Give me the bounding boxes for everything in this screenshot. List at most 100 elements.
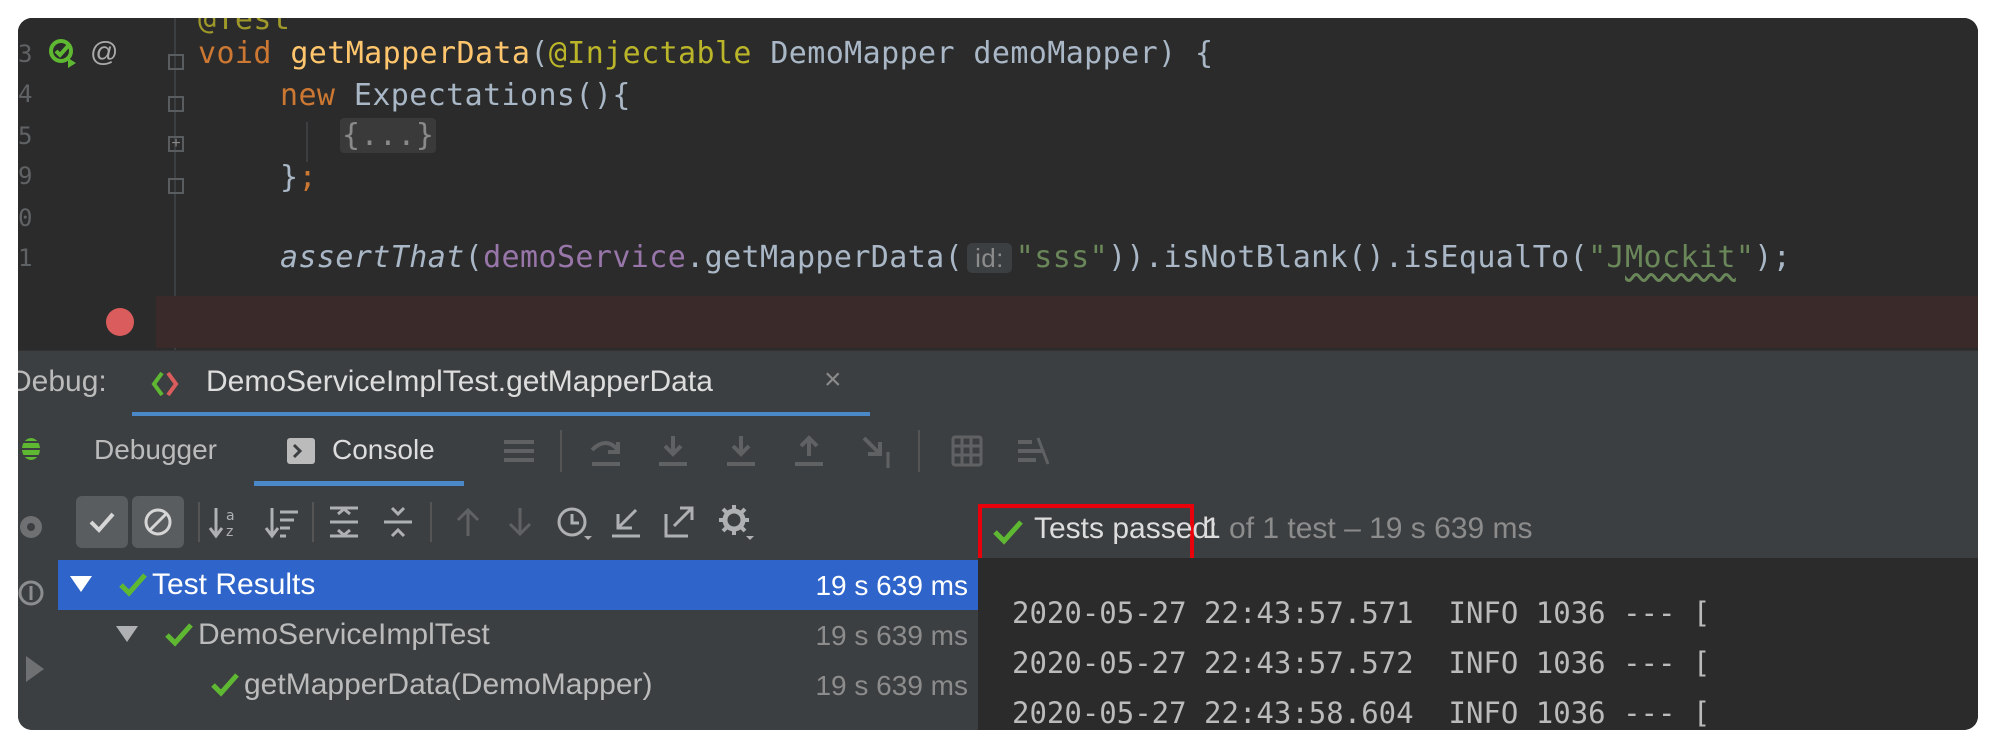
tree-row-duration: 19 s 639 ms — [815, 620, 968, 651]
tree-row-root[interactable]: Test Results 19 s 639 ms — [58, 560, 978, 610]
tree-row-duration: 19 s 639 ms — [815, 570, 968, 601]
at-sign-icon[interactable]: @ — [90, 36, 118, 68]
menu-icon[interactable] — [502, 436, 536, 466]
fold-marker-icon[interactable] — [168, 54, 184, 70]
ignored-icon — [144, 508, 172, 536]
code-call: )).isNotBlank().isEqualTo( — [1108, 240, 1589, 275]
tab-debugger[interactable]: Debugger — [94, 434, 217, 466]
check-icon — [89, 512, 115, 533]
test-results-tree: Test Results 19 s 639 ms DemoServiceImpl… — [58, 558, 978, 730]
passed-check-icon — [993, 520, 1023, 545]
run-test-icon[interactable] — [48, 38, 80, 70]
show-ignored-button[interactable] — [132, 496, 184, 548]
log-line: 2020-05-27 22:43:57.572 INFO 1036 --- [ — [1012, 646, 1711, 680]
gear-icon[interactable] — [716, 502, 756, 542]
tests-passed-label: Tests passed: — [1034, 512, 1218, 545]
sort-alphabetically-icon[interactable]: a z — [208, 504, 244, 540]
code-string: "J — [1588, 240, 1626, 275]
line-number: 5 — [18, 122, 33, 150]
tree-row-class[interactable]: DemoServiceImplTest 19 s 639 ms — [58, 610, 978, 660]
toolbar-separator — [560, 430, 562, 472]
passed-count: 1 — [1204, 512, 1221, 545]
tests-summary: 1 of 1 test – 19 s 639 ms — [1204, 512, 1533, 546]
show-passed-button[interactable] — [76, 496, 128, 548]
console-output[interactable]: 2020-05-27 22:43:57.571 INFO 1036 --- [ … — [978, 558, 1978, 730]
console-icon — [287, 438, 315, 464]
code-punct: } — [280, 160, 299, 195]
debug-label: Debug: — [18, 365, 107, 398]
log-line: 2020-05-27 22:43:57.571 INFO 1036 --- [ — [1012, 596, 1711, 630]
previous-failed-icon[interactable] — [450, 504, 486, 540]
svg-text:z: z — [226, 524, 233, 540]
expand-fold-icon[interactable]: + — [168, 136, 184, 152]
tab-console-label: Console — [332, 434, 435, 465]
debug-tool-window-header: Debug: DemoServiceImplTest.getMapperData… — [18, 350, 1978, 417]
history-icon[interactable] — [554, 504, 594, 544]
code-editor[interactable]: 3 4 5 9 0 1 @ + @Test void getMapperData… — [18, 18, 1978, 350]
code-annotation-line: @Test — [198, 18, 291, 37]
tree-row-method[interactable]: getMapperData(DemoMapper) 19 s 639 ms — [58, 660, 978, 710]
evaluate-expression-icon[interactable] — [950, 434, 984, 468]
expand-triangle-icon[interactable] — [116, 626, 138, 642]
test-runner-toolbar: a z — [58, 486, 978, 558]
line-number: 3 — [18, 40, 33, 68]
junit-icon — [151, 371, 179, 397]
bug-icon[interactable] — [18, 430, 48, 464]
code-line-close: }; — [280, 160, 317, 195]
expand-triangle-icon[interactable] — [70, 576, 92, 592]
run-to-cursor-icon[interactable] — [860, 434, 896, 470]
close-icon[interactable]: × — [824, 363, 842, 397]
step-over-icon[interactable] — [588, 434, 624, 468]
debug-sub-tabs: Debugger Console — [58, 416, 1978, 487]
indent-guide — [306, 122, 308, 162]
debug-session-title: DemoServiceImplTest.getMapperData — [206, 365, 713, 398]
tree-row-label: DemoServiceImplTest — [198, 618, 490, 651]
code-line-assert: assertThat(demoService.getMapperData(id:… — [280, 240, 1791, 275]
next-failed-icon[interactable] — [502, 504, 538, 540]
import-tests-icon[interactable] — [608, 504, 644, 540]
settings-alt-icon[interactable] — [18, 576, 48, 610]
toolbar-separator — [198, 502, 200, 542]
folded-region[interactable]: {...} — [340, 118, 437, 153]
debug-side-toolbar — [18, 416, 59, 730]
collapse-all-icon[interactable] — [380, 504, 416, 540]
sort-by-duration-icon[interactable] — [264, 504, 300, 540]
code-keyword: void — [198, 36, 272, 71]
tab-console[interactable]: Console — [254, 416, 464, 486]
code-line-folded-block[interactable]: {...} — [340, 118, 437, 153]
breakpoint-icon[interactable] — [106, 308, 134, 336]
toolbar-separator — [430, 502, 432, 542]
test-status-bar: Tests passed: 1 of 1 test – 19 s 639 ms — [978, 486, 1978, 564]
code-annotation: @Injectable — [548, 36, 752, 71]
step-out-icon[interactable] — [792, 434, 826, 468]
code-punct: ( — [464, 240, 484, 275]
rerun-icon[interactable] — [18, 510, 48, 544]
export-tests-icon[interactable] — [662, 504, 698, 540]
passed-check-icon — [165, 623, 193, 647]
toolbar-separator — [312, 502, 314, 542]
line-number: 0 — [18, 204, 33, 232]
code-punct: ); — [1754, 240, 1792, 275]
force-step-into-icon[interactable] — [724, 434, 758, 468]
code-line-new-expectations: new Expectations(){ — [280, 78, 631, 113]
code-params: DemoMapper demoMapper) { — [751, 36, 1214, 71]
code-method-static: assertThat — [280, 240, 465, 275]
svg-text:a: a — [226, 508, 235, 524]
expand-all-icon[interactable] — [326, 504, 362, 540]
line-number: 1 — [18, 244, 33, 272]
debug-session-tab[interactable]: DemoServiceImplTest.getMapperData × — [132, 351, 870, 417]
tests-summary-detail: of 1 test – 19 s 639 ms — [1220, 512, 1533, 545]
resume-icon[interactable] — [24, 654, 48, 684]
fold-marker-icon[interactable] — [168, 96, 184, 112]
toolbar-separator — [918, 430, 920, 472]
fold-marker-icon[interactable] — [168, 178, 184, 194]
tree-row-label: getMapperData(DemoMapper) — [244, 668, 653, 701]
code-punct: ; — [298, 160, 317, 195]
code-field: demoService — [483, 240, 687, 275]
ide-window: 3 4 5 9 0 1 @ + @Test void getMapperData… — [18, 18, 1978, 730]
passed-check-icon — [211, 673, 239, 697]
code-text: Expectations(){ — [335, 78, 631, 113]
step-into-icon[interactable] — [656, 434, 690, 468]
trace-icon[interactable] — [1016, 434, 1052, 468]
code-method-name: getMapperData — [290, 36, 531, 71]
